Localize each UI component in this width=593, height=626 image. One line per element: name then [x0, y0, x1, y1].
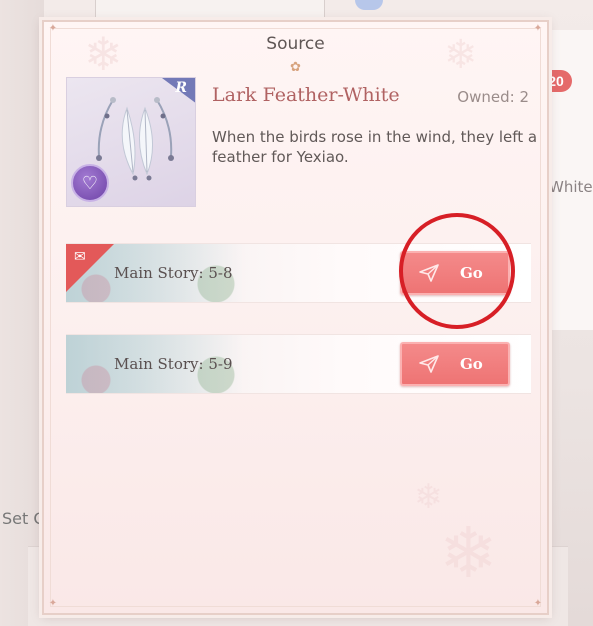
go-button[interactable]: Go — [400, 342, 510, 386]
background-set-label: Set C — [2, 509, 45, 528]
corner-ornament-icon: ✦ — [533, 23, 543, 34]
background-item-label: White — [549, 178, 593, 196]
new-marker-icon: ✉ — [74, 248, 86, 264]
send-icon — [419, 355, 439, 373]
rarity-letter: R — [175, 80, 187, 96]
source-row: Main Story: 5-9 Go — [66, 334, 531, 394]
background-card — [95, 0, 325, 22]
background-left-panel — [0, 0, 44, 626]
item-icon-frame[interactable]: R ♡ — [66, 77, 196, 207]
snowflake-icon: ❄ — [439, 512, 498, 594]
go-button-label: Go — [460, 355, 483, 373]
dialog-title: Source — [266, 34, 325, 54]
highlight-ring — [399, 213, 515, 329]
corner-ornament-icon: ✦ — [48, 598, 58, 609]
accessory-type-icon: ♡ — [71, 164, 109, 202]
item-description: When the birds rose in the wind, they le… — [212, 128, 538, 166]
source-label: Main Story: 5-9 — [114, 355, 233, 373]
source-label: Main Story: 5-8 — [114, 264, 233, 282]
flower-ornament-icon: ✿ — [290, 59, 301, 74]
owned-count: Owned: 2 — [457, 88, 529, 106]
item-name: Lark Feather-White — [212, 84, 400, 106]
snowflake-icon: ❄ — [414, 477, 443, 517]
corner-ornament-icon: ✦ — [533, 598, 543, 609]
corner-ornament-icon: ✦ — [48, 23, 58, 34]
